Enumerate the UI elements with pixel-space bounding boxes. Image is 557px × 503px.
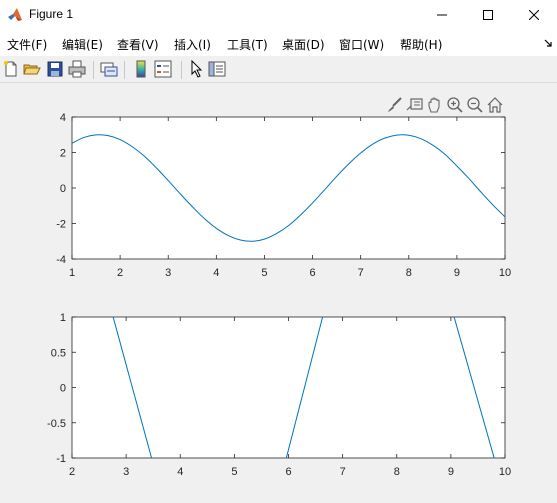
y-tick-label: 4	[60, 112, 66, 124]
title-bar: Figure 1	[0, 0, 557, 30]
y-tick-label: 0.5	[51, 347, 66, 359]
zoom-in-icon[interactable]	[446, 96, 464, 114]
toolbar-separator	[124, 61, 125, 79]
menu-help[interactable]: 帮助(H)	[400, 36, 442, 53]
minimize-button[interactable]	[419, 0, 465, 30]
x-tick-label: 4	[213, 267, 219, 279]
y-tick-label: -4	[56, 254, 66, 266]
y-tick-label: 1	[60, 312, 66, 324]
y-tick-label: 2	[60, 148, 66, 160]
x-tick-label: 5	[231, 466, 237, 478]
maximize-icon	[483, 10, 493, 20]
save-icon[interactable]	[46, 60, 64, 78]
menu-overflow-arrow-icon[interactable]	[543, 38, 553, 48]
menu-tools[interactable]: 工具(T)	[227, 36, 268, 53]
colorbar-icon[interactable]	[132, 60, 150, 78]
close-icon	[529, 10, 539, 20]
x-tick-label: 3	[165, 267, 171, 279]
x-tick-label: 7	[358, 267, 364, 279]
y-tick-label: -0.5	[47, 418, 66, 430]
x-tick-label: 6	[285, 466, 291, 478]
x-tick-label: 6	[309, 267, 315, 279]
print-icon[interactable]	[68, 60, 86, 78]
axes-1-box	[71, 116, 506, 260]
matlab-logo-icon	[8, 8, 22, 21]
x-tick-label: 9	[454, 267, 460, 279]
series-line-segment	[112, 317, 153, 458]
menu-bar: 文件(F) 编辑(E) 查看(V) 插入(I) 工具(T) 桌面(D) 窗口(W…	[0, 30, 557, 56]
series-line-segment	[285, 317, 324, 458]
link-plot-icon[interactable]	[100, 60, 118, 78]
x-tick-label: 1	[69, 267, 75, 279]
zoom-out-icon[interactable]	[466, 96, 484, 114]
menu-view[interactable]: 查看(V)	[117, 36, 159, 53]
y-tick-label: -1	[56, 453, 66, 465]
series-line	[72, 134, 505, 242]
home-icon[interactable]	[486, 96, 504, 114]
menu-window[interactable]: 窗口(W)	[339, 36, 384, 53]
x-tick-label: 7	[340, 466, 346, 478]
x-tick-label: 8	[394, 466, 400, 478]
open-file-icon[interactable]	[23, 60, 41, 78]
menu-insert[interactable]: 插入(I)	[174, 36, 211, 53]
toolbar-separator	[181, 61, 182, 79]
brush-icon[interactable]	[386, 96, 404, 114]
menu-desktop[interactable]: 桌面(D)	[282, 36, 325, 53]
series-line-segment	[453, 317, 495, 458]
window-title: Figure 1	[29, 7, 74, 21]
legend-icon[interactable]	[154, 60, 172, 78]
y-tick-label: -2	[56, 219, 66, 231]
axes-2-box	[71, 316, 506, 459]
x-tick-label: 10	[499, 267, 511, 279]
x-tick-label: 2	[69, 466, 75, 478]
close-button[interactable]	[511, 0, 557, 30]
menu-file[interactable]: 文件(F)	[7, 36, 47, 53]
figure-toolbar	[0, 57, 557, 83]
x-tick-label: 8	[406, 267, 412, 279]
y-tick-label: 0	[60, 183, 66, 195]
x-tick-label: 9	[448, 466, 454, 478]
x-tick-label: 4	[177, 466, 183, 478]
select-arrow-icon[interactable]	[188, 60, 206, 78]
toolbar-separator	[93, 61, 94, 79]
data-tips-icon[interactable]	[406, 96, 424, 114]
x-tick-label: 2	[117, 267, 123, 279]
minimize-icon	[437, 14, 447, 16]
property-inspector-icon[interactable]	[208, 60, 226, 78]
y-tick-label: 0	[60, 383, 66, 395]
menu-edit[interactable]: 编辑(E)	[62, 36, 103, 53]
new-figure-icon[interactable]	[2, 60, 20, 78]
x-tick-label: 5	[261, 267, 267, 279]
pan-icon[interactable]	[426, 96, 444, 114]
x-tick-label: 10	[499, 466, 511, 478]
x-tick-label: 3	[123, 466, 129, 478]
maximize-button[interactable]	[465, 0, 511, 30]
